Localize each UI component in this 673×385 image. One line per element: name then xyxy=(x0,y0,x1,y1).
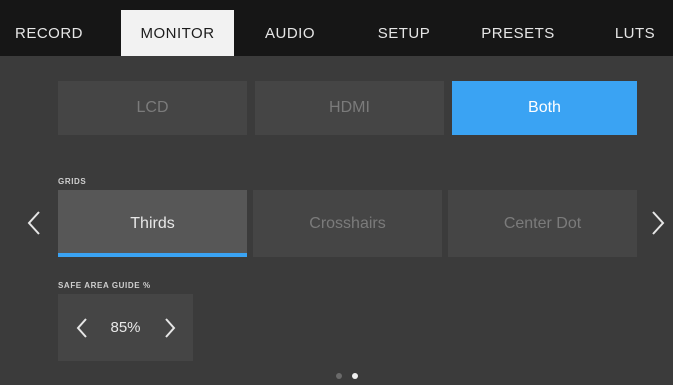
tab-setup[interactable]: SETUP xyxy=(361,10,447,56)
tab-presets[interactable]: PRESETS xyxy=(470,10,566,56)
safe-area-increase-button[interactable] xyxy=(154,311,186,345)
grid-thirds-label: Thirds xyxy=(130,214,175,232)
output-hdmi-button[interactable]: HDMI xyxy=(255,81,444,135)
safe-area-label: SAFE AREA GUIDE % xyxy=(58,281,151,290)
output-both-button[interactable]: Both xyxy=(452,81,637,135)
chevron-right-icon xyxy=(165,318,176,338)
grids-label: GRIDS xyxy=(58,177,87,186)
tab-luts[interactable]: LUTS xyxy=(600,10,670,56)
output-lcd-button[interactable]: LCD xyxy=(58,81,247,135)
tab-monitor[interactable]: MONITOR xyxy=(121,10,234,56)
next-page-button[interactable] xyxy=(642,203,673,243)
safe-area-value: 85% xyxy=(110,319,141,336)
chevron-right-icon xyxy=(652,211,665,235)
safe-area-stepper: 85% xyxy=(58,294,193,361)
grid-crosshairs-button[interactable]: Crosshairs xyxy=(253,190,442,257)
grid-thirds-button[interactable]: Thirds xyxy=(58,190,247,257)
tab-bar: RECORD MONITOR AUDIO SETUP PRESETS LUTS xyxy=(0,0,673,56)
page-dot-2-active[interactable] xyxy=(352,373,358,379)
selected-indicator xyxy=(58,253,247,257)
monitor-settings-screen: RECORD MONITOR AUDIO SETUP PRESETS LUTS … xyxy=(0,0,673,385)
safe-area-decrease-button[interactable] xyxy=(66,311,98,345)
page-dot-1[interactable] xyxy=(336,373,342,379)
tab-record[interactable]: RECORD xyxy=(0,10,98,56)
chevron-left-icon xyxy=(27,211,40,235)
chevron-left-icon xyxy=(76,318,87,338)
tab-audio[interactable]: AUDIO xyxy=(247,10,333,56)
prev-page-button[interactable] xyxy=(18,203,50,243)
grid-center-dot-button[interactable]: Center Dot xyxy=(448,190,637,257)
